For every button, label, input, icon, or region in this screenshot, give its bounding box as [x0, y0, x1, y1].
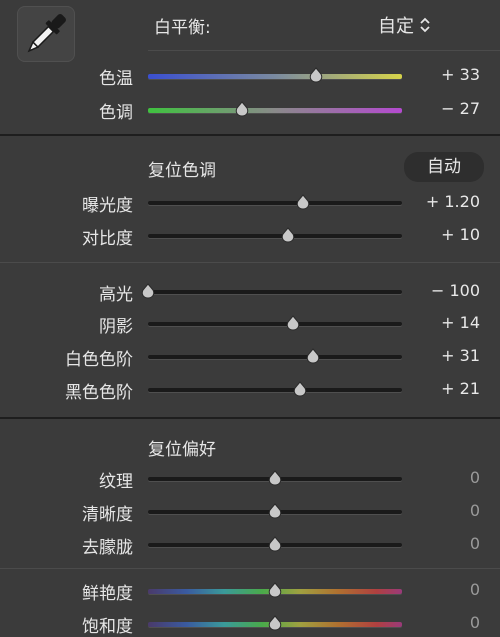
- slider-value-saturation[interactable]: 0: [470, 613, 480, 632]
- slider-thumb-saturation[interactable]: [267, 615, 283, 631]
- chevron-updown-icon: [420, 17, 430, 33]
- slider-value-clarity[interactable]: 0: [470, 501, 480, 520]
- slider-value-texture[interactable]: 0: [470, 468, 480, 487]
- slider-thumb-dehaze[interactable]: [267, 536, 283, 552]
- slider-label-whites: 白色色阶: [65, 350, 133, 370]
- slider-label-temp: 色温: [99, 69, 133, 89]
- slider-value-contrast[interactable]: + 10: [441, 225, 480, 244]
- slider-value-temp[interactable]: + 33: [441, 65, 480, 84]
- slider-thumb-shadows[interactable]: [285, 315, 301, 331]
- slider-label-saturation: 饱和度: [82, 617, 133, 637]
- slider-track-shadows[interactable]: [148, 322, 402, 326]
- auto-tone-button[interactable]: 自动: [404, 152, 484, 182]
- slider-label-texture: 纹理: [99, 472, 133, 492]
- slider-value-vibrance[interactable]: 0: [470, 580, 480, 599]
- slider-track-blacks[interactable]: [148, 388, 402, 392]
- slider-track-whites[interactable]: [148, 355, 402, 359]
- reset-presence-button[interactable]: 复位偏好: [148, 435, 216, 460]
- white-balance-preset-value: 自定: [378, 16, 414, 37]
- white-balance-preset-dropdown[interactable]: 自定: [378, 12, 431, 38]
- slider-thumb-temp[interactable]: [308, 67, 324, 83]
- reset-tone-button[interactable]: 复位色调: [148, 156, 216, 181]
- slider-label-clarity: 清晰度: [82, 505, 133, 525]
- slider-value-highlights[interactable]: − 100: [431, 281, 480, 300]
- white-balance-selector-button[interactable]: [17, 6, 75, 62]
- slider-thumb-blacks[interactable]: [292, 381, 308, 397]
- slider-value-blacks[interactable]: + 21: [441, 379, 480, 398]
- slider-label-tint: 色调: [99, 103, 133, 123]
- slider-value-tint[interactable]: − 27: [441, 99, 480, 118]
- eyedropper-icon: [27, 14, 66, 53]
- slider-value-shadows[interactable]: + 14: [441, 313, 480, 332]
- slider-label-exposure: 曝光度: [82, 196, 133, 216]
- slider-thumb-texture[interactable]: [267, 470, 283, 486]
- slider-label-vibrance: 鲜艳度: [82, 584, 133, 604]
- slider-value-exposure[interactable]: + 1.20: [426, 192, 480, 211]
- slider-label-blacks: 黑色色阶: [65, 383, 133, 403]
- slider-value-whites[interactable]: + 31: [441, 346, 480, 365]
- slider-thumb-vibrance[interactable]: [267, 582, 283, 598]
- slider-thumb-contrast[interactable]: [280, 227, 296, 243]
- slider-label-dehaze: 去朦胧: [82, 538, 133, 558]
- white-balance-label: 白平衡:: [154, 18, 211, 38]
- slider-thumb-highlights[interactable]: [140, 283, 156, 299]
- slider-thumb-exposure[interactable]: [295, 194, 311, 210]
- slider-thumb-tint[interactable]: [234, 101, 250, 117]
- slider-track-temp[interactable]: [148, 74, 402, 79]
- slider-label-shadows: 阴影: [99, 317, 133, 337]
- slider-thumb-whites[interactable]: [305, 348, 321, 364]
- slider-track-tint[interactable]: [148, 108, 402, 113]
- slider-track-exposure[interactable]: [148, 201, 402, 205]
- slider-track-highlights[interactable]: [148, 290, 402, 294]
- slider-track-contrast[interactable]: [148, 234, 402, 238]
- slider-label-contrast: 对比度: [82, 229, 133, 249]
- slider-label-highlights: 高光: [99, 285, 133, 305]
- slider-thumb-clarity[interactable]: [267, 503, 283, 519]
- slider-value-dehaze[interactable]: 0: [470, 534, 480, 553]
